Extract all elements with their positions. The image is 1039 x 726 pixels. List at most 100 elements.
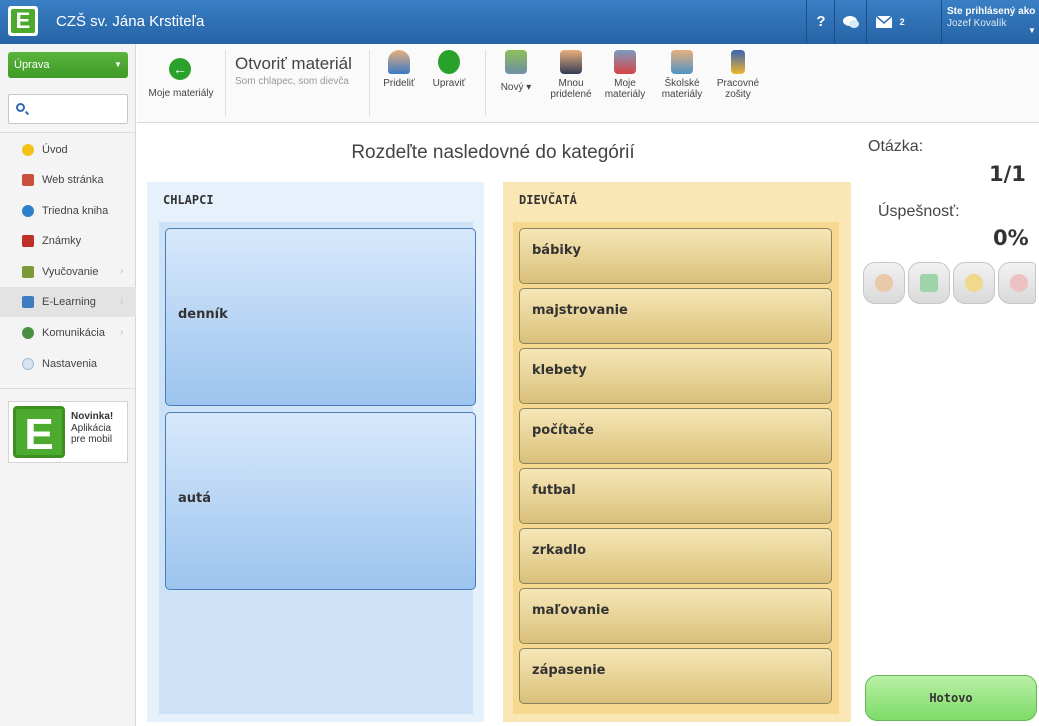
edupage-logo[interactable]: E [8, 6, 38, 36]
edit-button[interactable]: Upraviť [427, 50, 471, 89]
card-label: bábiky [532, 243, 581, 258]
sidebar-item-label: Web stránka [42, 174, 104, 186]
toolbar-label: Moje materiály [148, 88, 214, 99]
book-icon [22, 205, 34, 217]
logo-letter: E [11, 9, 35, 33]
bell-icon [875, 274, 893, 292]
card-label: maľovanie [532, 603, 610, 618]
sidebar-item-triedna-kniha[interactable]: Triedna kniha [0, 196, 136, 226]
category-title: DIEVČATÁ [519, 193, 577, 207]
draggable-card[interactable]: počítače [519, 408, 832, 464]
promo-line: pre mobil [71, 434, 113, 445]
sidebar-item-web[interactable]: Web stránka [0, 165, 136, 195]
sidebar-item-komunikacia[interactable]: Komunikácia › [0, 318, 136, 348]
user-assign-icon [388, 50, 410, 74]
toolbar-label: Nový ▾ [493, 82, 539, 93]
category-boys: CHLAPCI denník autá [147, 182, 484, 722]
instruction-text: Rozdeľte nasledovné do kategórií [351, 142, 635, 163]
chevron-right-icon: › [120, 327, 124, 338]
mobile-app-promo[interactable]: E Novinka! Aplikácia pre mobil [8, 401, 128, 463]
draggable-card[interactable]: denník [165, 228, 476, 406]
draggable-card[interactable]: zrkadlo [519, 528, 832, 584]
sidebar-item-znamky[interactable]: Známky [0, 226, 136, 256]
sidebar-item-label: Komunikácia [42, 327, 105, 339]
user-menu[interactable]: Ste prihlásený ako Jozef Kovalík [947, 6, 1035, 30]
card-label: zrkadlo [532, 543, 587, 558]
messages-count: 2 [899, 17, 905, 27]
question-value: 1/1 [989, 162, 1026, 186]
sidebar-item-label: Úvod [42, 144, 68, 156]
communication-icon [22, 327, 34, 339]
card-label: denník [178, 307, 228, 322]
medal-icon [731, 50, 745, 74]
success-value: 0% [993, 226, 1029, 250]
card-label: počítače [532, 423, 594, 438]
toolbar-label: Moje [614, 78, 636, 89]
settings-icon [22, 358, 34, 370]
drop-zone-girls[interactable]: bábiky majstrovanie klebety počítače fut… [513, 222, 839, 714]
my-materials2-button[interactable]: Moje materiály [599, 50, 651, 100]
help-icon[interactable]: ? [811, 10, 831, 34]
workbooks-button[interactable]: Pracovné zošity [711, 50, 765, 100]
promo-title: Novinka! [71, 411, 114, 422]
drop-zone-boys[interactable]: denník autá [159, 222, 476, 714]
sidebar-item-label: Známky [42, 235, 82, 247]
exercise-area: Rozdeľte nasledovné do kategórií CHLAPCI… [137, 124, 1039, 726]
toolbar-label: Mnou [558, 78, 584, 89]
draggable-card[interactable]: zápasenie [519, 648, 832, 704]
promo-line: Aplikácia [71, 423, 112, 434]
chevron-down-icon[interactable]: ▼ [1028, 26, 1036, 35]
divider [806, 0, 807, 44]
chevron-right-icon: › [120, 296, 124, 307]
tools-button[interactable] [908, 262, 950, 304]
assign-button[interactable]: Prideliť [377, 50, 421, 89]
draggable-card[interactable]: futbal [519, 468, 832, 524]
star-icon [22, 144, 34, 156]
my-materials-button[interactable]: ← Moje materiály [143, 50, 219, 99]
material-title: Otvoriť materiál [235, 54, 352, 73]
divider [866, 0, 867, 44]
draggable-card[interactable]: autá [165, 412, 476, 590]
sidebar-item-vyucovanie[interactable]: Vyučovanie › [0, 257, 136, 287]
board-icon [920, 274, 938, 292]
divider [0, 388, 136, 389]
sidebar-item-uvod[interactable]: Úvod [0, 135, 136, 165]
card-label: zápasenie [532, 663, 606, 678]
divider [225, 50, 226, 116]
app-logo: E [13, 406, 65, 459]
toolbar-label: pridelené [550, 89, 592, 100]
teaching-icon [22, 266, 34, 278]
draggable-card[interactable]: majstrovanie [519, 288, 832, 344]
toolbar-label: Školské [664, 78, 700, 89]
more-button[interactable] [998, 262, 1036, 304]
sidebar-item-nastavenia[interactable]: Nastavenia [0, 349, 136, 379]
toolbar-label: Prideliť [383, 78, 415, 89]
messages-icon[interactable]: 2 [872, 10, 908, 34]
uprava-dropdown[interactable]: Úprava ▼ [8, 52, 128, 78]
new-material-icon [505, 50, 527, 74]
divider [369, 50, 370, 116]
chevron-down-icon: ▾ [526, 82, 532, 93]
elearning-icon [22, 296, 34, 308]
draggable-card[interactable]: bábiky [519, 228, 832, 284]
toolbar-label: Upraviť [432, 78, 466, 89]
hint-button[interactable] [863, 262, 905, 304]
smiley-button[interactable] [953, 262, 995, 304]
draggable-card[interactable]: klebety [519, 348, 832, 404]
draggable-card[interactable]: maľovanie [519, 588, 832, 644]
school-materials-icon [671, 50, 693, 74]
assigned-by-me-button[interactable]: Mnou pridelené [547, 50, 595, 100]
school-name[interactable]: CZŠ sv. Jána Krstiteľa [56, 13, 204, 30]
toolbar-label: Pracovné [716, 78, 760, 89]
sidebar-item-label: E-Learning [42, 296, 96, 308]
new-button[interactable]: Nový ▾ [493, 50, 539, 93]
search-field[interactable] [8, 94, 128, 124]
materials-icon [614, 50, 636, 74]
divider [834, 0, 835, 44]
chat-icon[interactable] [840, 10, 862, 34]
search-input[interactable] [31, 99, 123, 119]
sidebar-item-elearning[interactable]: E-Learning › [0, 287, 136, 317]
school-materials-button[interactable]: Školské materiály [655, 50, 709, 100]
done-button[interactable]: Hotovo [865, 675, 1037, 721]
assigned-icon [560, 50, 582, 74]
